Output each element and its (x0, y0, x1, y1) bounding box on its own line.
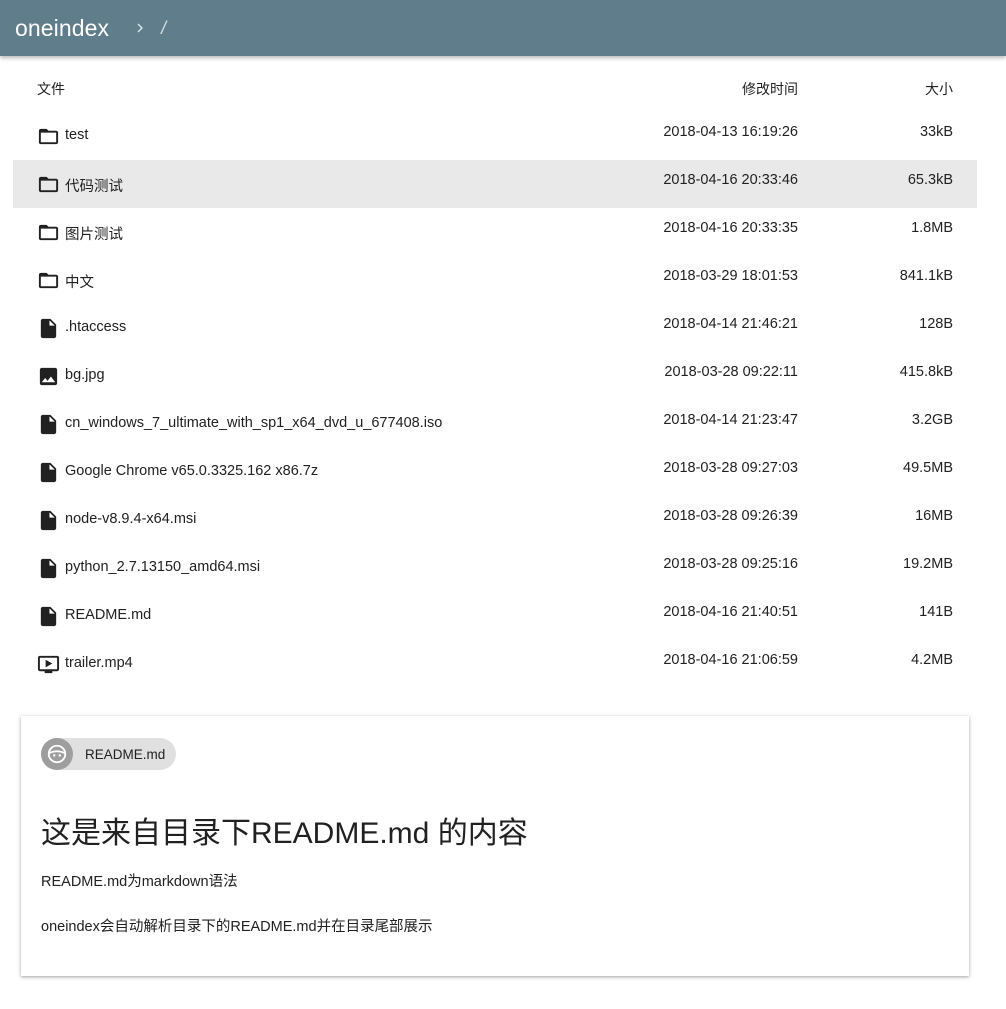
readme-paragraph: README.md为markdown语法 (41, 874, 238, 890)
file-name[interactable]: bg.jpg (65, 367, 105, 383)
file-modified: 2018-04-13 16:19:26 (663, 124, 798, 140)
chevron-right-icon (131, 19, 149, 37)
file-row[interactable]: 中文 2018-03-29 18:01:53 841.1kB (13, 256, 977, 304)
file-name[interactable]: Google Chrome v65.0.3325.162 x86.7z (65, 463, 318, 479)
app-bar: oneindex / (0, 0, 1006, 56)
file-row[interactable]: node-v8.9.4-x64.msi 2018-03-28 09:26:39 16… (13, 496, 977, 544)
file-size: 4.2MB (911, 652, 953, 668)
file-modified: 2018-03-28 09:22:11 (664, 364, 798, 380)
column-header-name: 文件 (37, 81, 65, 97)
file-name[interactable]: test (65, 127, 88, 143)
file-name[interactable]: 图片测试 (65, 223, 123, 244)
image-icon (37, 365, 60, 388)
file-name[interactable]: README.md (65, 607, 151, 623)
file-icon (37, 461, 60, 484)
file-name[interactable]: python_2.7.13150_amd64.msi (65, 559, 260, 575)
file-row[interactable]: 代码测试 2018-04-16 20:33:46 65.3kB (13, 160, 977, 208)
file-icon (37, 605, 60, 628)
file-modified: 2018-04-14 21:23:47 (663, 412, 798, 428)
file-size: 49.5MB (903, 460, 953, 476)
face-icon (41, 738, 73, 770)
file-modified: 2018-04-16 20:33:35 (663, 220, 798, 236)
file-list: test 2018-04-13 16:19:26 33kB 代码测试 2018-04-1… (13, 112, 977, 688)
file-size: 16MB (915, 508, 953, 524)
file-icon (37, 317, 60, 340)
file-modified: 2018-03-28 09:27:03 (663, 460, 798, 476)
file-row[interactable]: bg.jpg 2018-03-28 09:22:11 415.8kB (13, 352, 977, 400)
file-name[interactable]: .htaccess (65, 319, 126, 335)
file-row[interactable]: .htaccess 2018-04-14 21:46:21 128B (13, 304, 977, 352)
file-row[interactable]: Google Chrome v65.0.3325.162 x86.7z 2018-… (13, 448, 977, 496)
file-name[interactable]: 中文 (65, 271, 94, 292)
folder-icon (37, 269, 60, 292)
file-size: 1.8MB (911, 220, 953, 236)
file-size: 841.1kB (899, 268, 953, 284)
readme-paragraph: oneindex会自动解析目录下的README.md并在目录尾部展示 (41, 919, 433, 935)
file-size: 141B (919, 604, 953, 620)
file-name[interactable]: 代码测试 (65, 175, 123, 196)
file-size: 19.2MB (903, 556, 953, 572)
file-modified: 2018-03-28 09:25:16 (663, 556, 798, 572)
readme-card: README.md 这是来自目录下README.md 的内容 README.md… (21, 716, 969, 976)
file-name[interactable]: cn_windows_7_ultimate_with_sp1_x64_dvd_u… (65, 415, 442, 431)
file-modified: 2018-04-16 21:06:59 (663, 652, 798, 668)
column-header-modified: 修改时间 (742, 81, 798, 97)
file-row[interactable]: python_2.7.13150_amd64.msi 2018-03-28 09:… (13, 544, 977, 592)
column-header-size: 大小 (925, 81, 953, 97)
file-modified: 2018-03-29 18:01:53 (663, 268, 798, 284)
file-icon (37, 509, 60, 532)
file-size: 128B (919, 316, 953, 332)
file-modified: 2018-04-16 20:33:46 (663, 172, 798, 188)
file-name[interactable]: trailer.mp4 (65, 655, 133, 671)
folder-icon (37, 173, 60, 196)
file-list-header: 文件 修改时间 大小 (13, 72, 977, 104)
file-row[interactable]: README.md 2018-04-16 21:40:51 141B (13, 592, 977, 640)
file-modified: 2018-04-14 21:46:21 (663, 316, 798, 332)
file-size: 65.3kB (907, 172, 953, 188)
folder-icon (37, 221, 60, 244)
readme-chip: README.md (41, 738, 176, 770)
file-row[interactable]: cn_windows_7_ultimate_with_sp1_x64_dvd_u… (13, 400, 977, 448)
file-size: 3.2GB (911, 412, 953, 428)
file-row[interactable]: 图片测试 2018-04-16 20:33:35 1.8MB (13, 208, 977, 256)
file-row[interactable]: trailer.mp4 2018-04-16 21:06:59 4.2MB (13, 640, 977, 688)
folder-icon (37, 125, 60, 148)
file-row[interactable]: test 2018-04-13 16:19:26 33kB (13, 112, 977, 160)
readme-heading: 这是来自目录下README.md 的内容 (41, 817, 528, 850)
file-modified: 2018-03-28 09:26:39 (663, 508, 798, 524)
file-icon (37, 557, 60, 580)
video-icon (37, 653, 60, 676)
file-name[interactable]: node-v8.9.4-x64.msi (65, 511, 196, 527)
app-title[interactable]: oneindex (15, 15, 109, 42)
file-modified: 2018-04-16 21:40:51 (663, 604, 798, 620)
breadcrumb-root[interactable]: / (161, 18, 166, 39)
file-size: 415.8kB (899, 364, 953, 380)
file-icon (37, 413, 60, 436)
file-size: 33kB (919, 124, 953, 140)
readme-chip-label: README.md (85, 746, 166, 762)
